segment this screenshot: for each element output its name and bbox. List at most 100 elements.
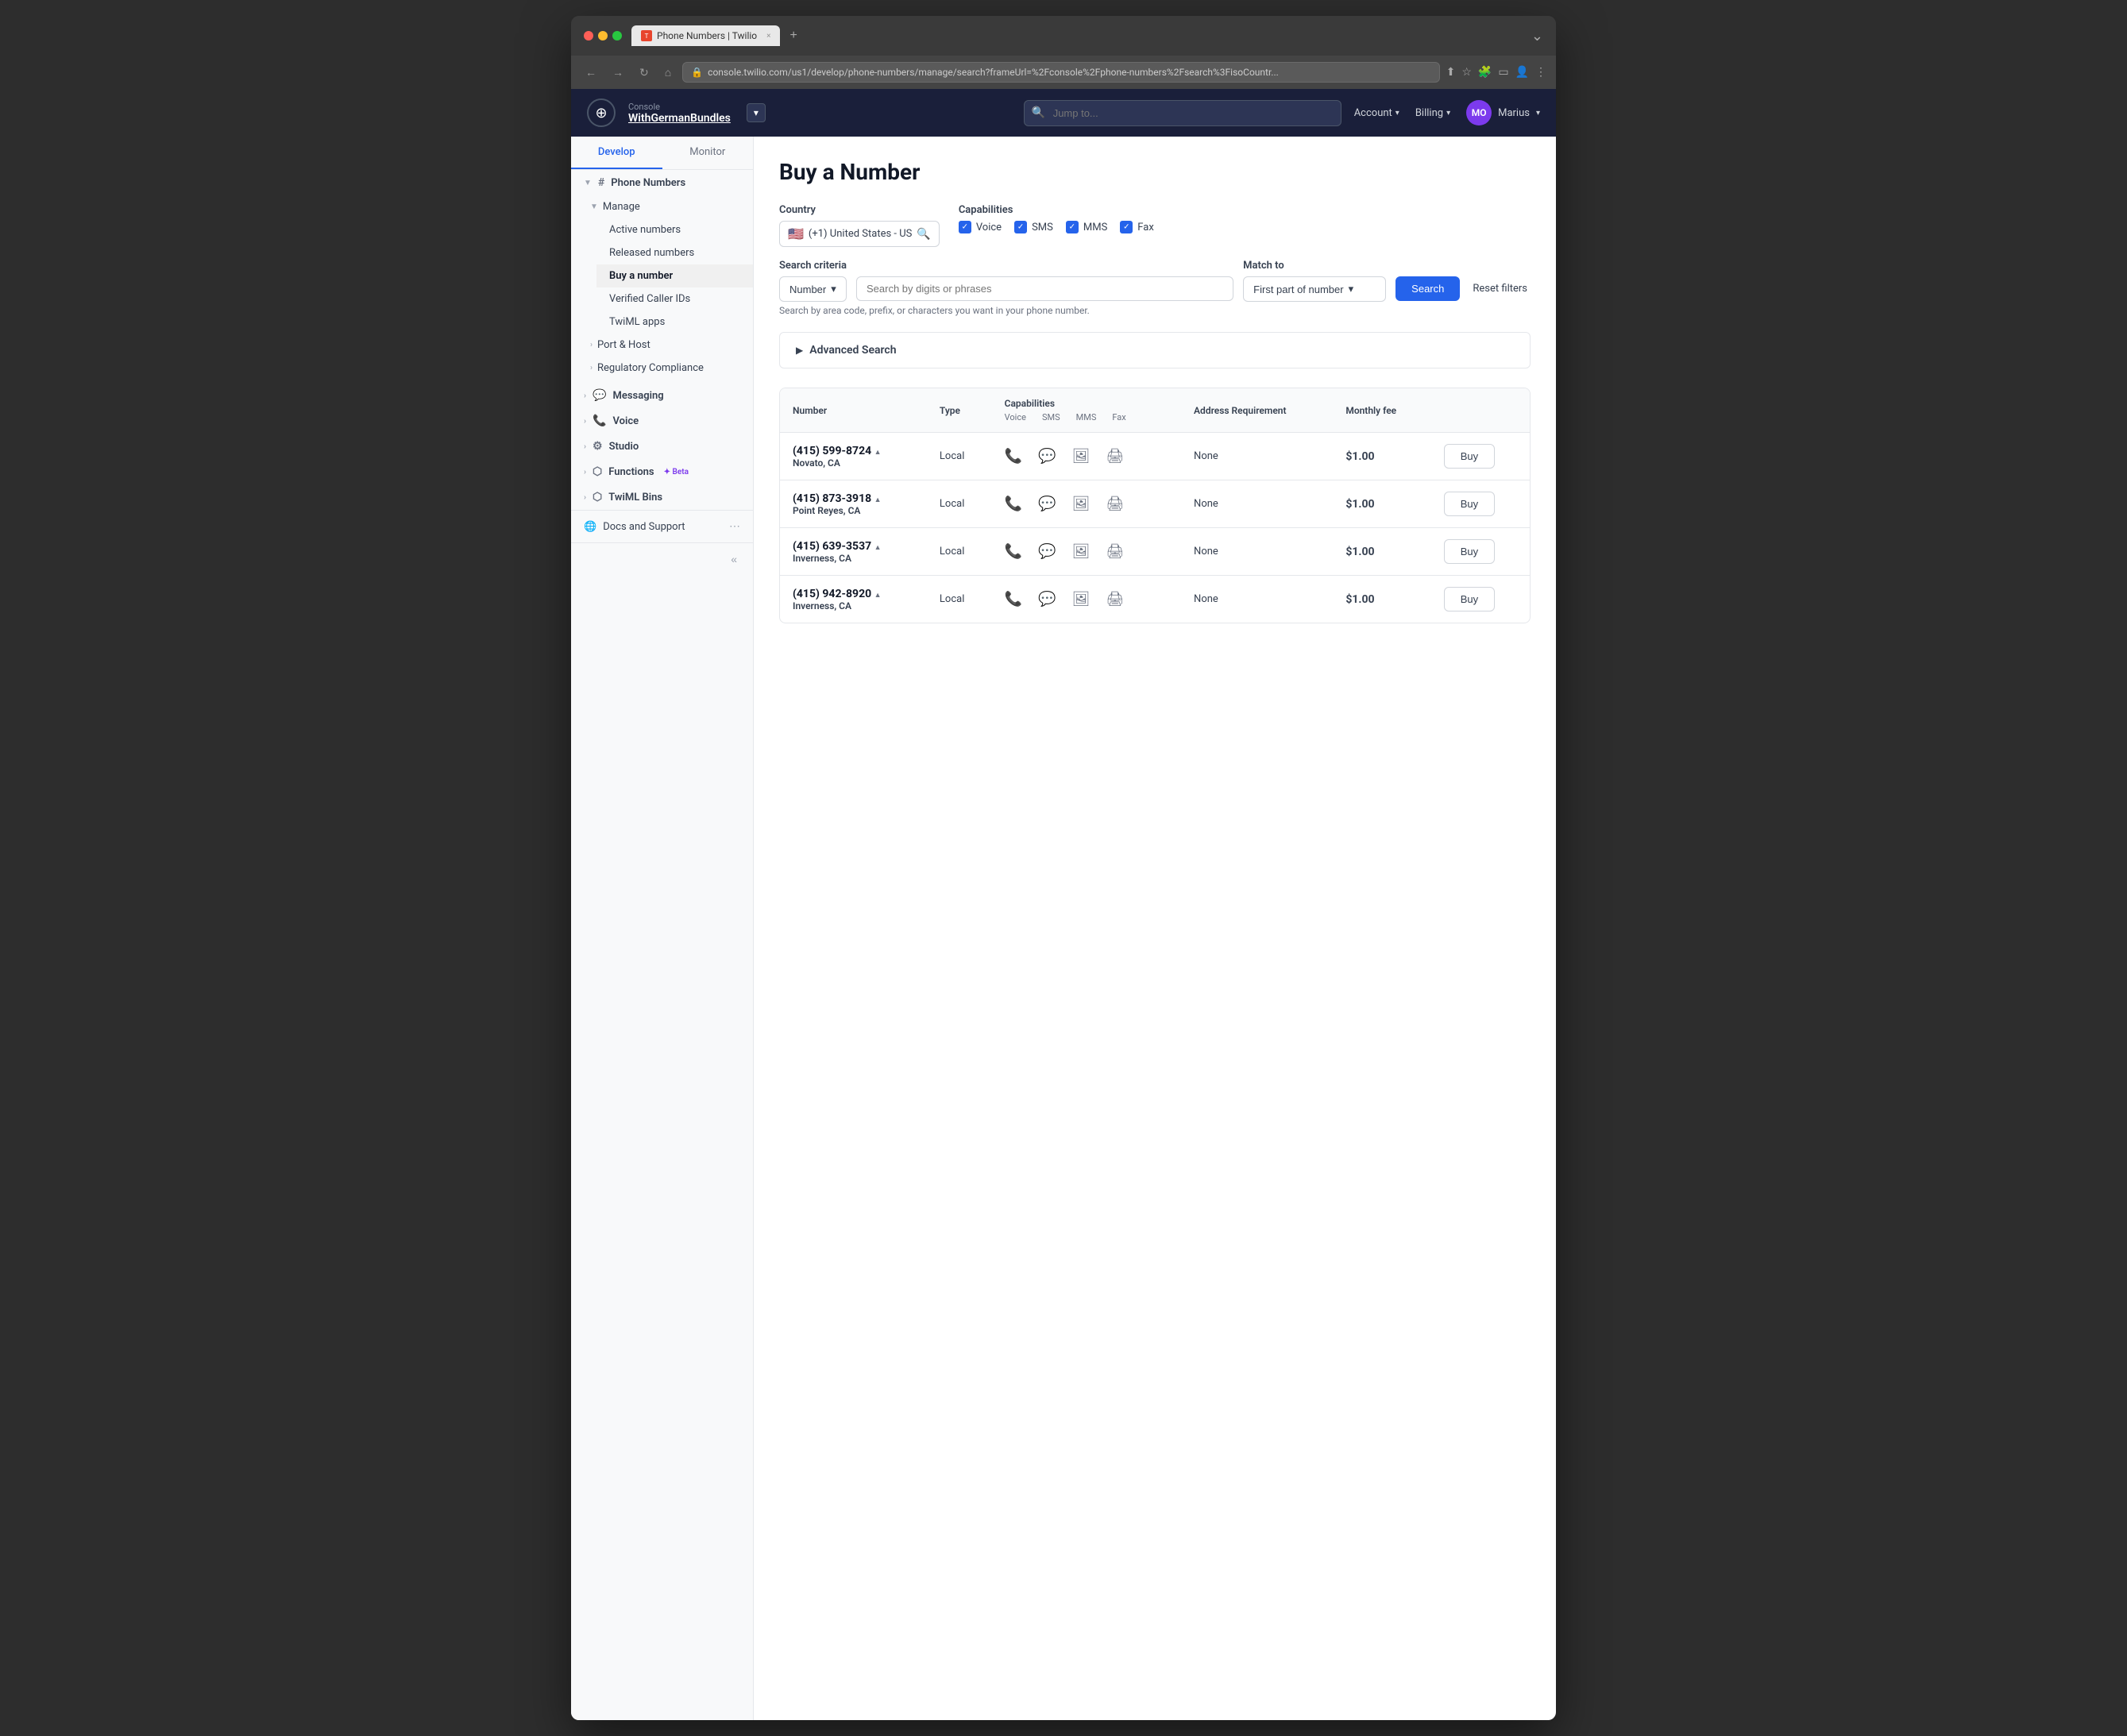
advanced-search-section[interactable]: ▶ Advanced Search bbox=[779, 332, 1531, 368]
buy-button-2[interactable]: Buy bbox=[1444, 539, 1495, 564]
capabilities-header: Capabilities Voice SMS MMS Fax bbox=[1005, 398, 1168, 422]
sms-capability[interactable]: SMS bbox=[1014, 221, 1053, 233]
buy-button-0[interactable]: Buy bbox=[1444, 444, 1495, 469]
sidebar-item-manage[interactable]: ▼ Manage bbox=[584, 195, 753, 218]
sidebar-footer: 🌐 Docs and Support ⋯ bbox=[571, 510, 753, 542]
user-menu-item[interactable]: MO Marius ▾ bbox=[1466, 100, 1540, 125]
mms-capability[interactable]: MMS bbox=[1066, 221, 1107, 233]
account-menu-item[interactable]: Account ▾ bbox=[1354, 107, 1399, 119]
sms-checkbox[interactable] bbox=[1014, 221, 1027, 233]
country-select[interactable]: 🇺🇸 (+1) United States - US 🔍 bbox=[779, 221, 940, 247]
address-bar[interactable]: 🔒 console.twilio.com/us1/develop/phone-n… bbox=[682, 62, 1439, 83]
fax-checkbox[interactable] bbox=[1120, 221, 1133, 233]
search-action-group: Action Search Reset filters bbox=[1395, 260, 1531, 301]
active-tab[interactable]: T Phone Numbers | Twilio × bbox=[631, 25, 780, 46]
beta-badge: ✦ Beta bbox=[664, 468, 689, 476]
search-digits-input[interactable] bbox=[856, 276, 1233, 301]
tab-monitor[interactable]: Monitor bbox=[662, 137, 754, 169]
forward-button[interactable]: → bbox=[608, 63, 628, 82]
action-cell-2: Buy bbox=[1431, 528, 1530, 576]
table-header-row: Number Type Capabilities Voice SMS MMS bbox=[780, 388, 1530, 433]
messaging-expand-icon: › bbox=[584, 392, 586, 400]
th-action bbox=[1431, 388, 1530, 433]
sidebar-icon[interactable]: ▭ bbox=[1498, 66, 1508, 79]
sidebar-item-voice[interactable]: › 📞 Voice bbox=[571, 408, 753, 434]
profile-icon[interactable]: 👤 bbox=[1515, 66, 1529, 79]
new-tab-button[interactable]: + bbox=[786, 25, 800, 46]
sidebar-item-port-host[interactable]: › Port & Host bbox=[584, 334, 753, 357]
voice-icon: 📞 bbox=[593, 415, 606, 427]
nav-logo[interactable]: ⊕ bbox=[587, 98, 616, 127]
sidebar-item-twiml-bins[interactable]: › ⬡ TwiML Bins bbox=[571, 484, 753, 510]
maximize-button[interactable] bbox=[612, 31, 622, 41]
fax-icon-2: 🖨 bbox=[1106, 543, 1124, 560]
docs-more-icon[interactable]: ⋯ bbox=[729, 520, 740, 533]
voice-icon-3: 📞 bbox=[1005, 591, 1022, 608]
capabilities-main-label: Capabilities bbox=[1005, 398, 1168, 409]
sidebar-item-released-numbers[interactable]: Released numbers bbox=[596, 241, 753, 264]
sidebar-item-regulatory-compliance[interactable]: › Regulatory Compliance bbox=[584, 357, 753, 380]
criteria-select[interactable]: Number ▾ bbox=[779, 276, 847, 302]
share-icon[interactable]: ⬆ bbox=[1446, 66, 1456, 79]
tab-close-icon[interactable]: × bbox=[766, 32, 770, 41]
match-to-select[interactable]: First part of number ▾ bbox=[1243, 276, 1386, 302]
voice-checkbox[interactable] bbox=[959, 221, 971, 233]
match-chevron-icon: ▾ bbox=[1349, 283, 1354, 295]
sidebar-item-buy-number[interactable]: Buy a number bbox=[596, 264, 753, 287]
back-button[interactable]: ← bbox=[581, 63, 601, 82]
sidebar-item-verified-caller-ids[interactable]: Verified Caller IDs bbox=[596, 287, 753, 311]
functions-label: Functions bbox=[608, 466, 654, 478]
sidebar-item-phone-numbers[interactable]: ▼ # Phone Numbers bbox=[571, 170, 753, 195]
th-capabilities: Capabilities Voice SMS MMS Fax bbox=[992, 388, 1181, 433]
billing-label: Billing bbox=[1415, 107, 1443, 119]
docs-support-label: Docs and Support bbox=[603, 521, 685, 533]
bookmark-icon[interactable]: ☆ bbox=[1461, 66, 1472, 79]
fax-icon-3: 🖨 bbox=[1106, 591, 1124, 608]
sidebar-item-active-numbers[interactable]: Active numbers bbox=[596, 218, 753, 241]
home-button[interactable]: ⌂ bbox=[660, 63, 676, 82]
sidebar-item-functions[interactable]: › ⬡ Functions ✦ Beta bbox=[571, 459, 753, 484]
browser-navbar: ← → ↻ ⌂ 🔒 console.twilio.com/us1/develop… bbox=[571, 56, 1556, 89]
fax-icon-0: 🖨 bbox=[1106, 448, 1124, 465]
sidebar-item-twiml-apps[interactable]: TwiML apps bbox=[596, 311, 753, 334]
capabilities-cell-0: 📞 💬 🖼 🖨 bbox=[992, 433, 1181, 480]
nav-search[interactable]: 🔍 bbox=[1024, 100, 1341, 126]
account-dropdown-button[interactable]: ▾ bbox=[747, 103, 766, 122]
sidebar-item-studio[interactable]: › ⚙ Studio bbox=[571, 434, 753, 459]
extensions-icon[interactable]: 🧩 bbox=[1478, 66, 1492, 79]
buy-button-1[interactable]: Buy bbox=[1444, 492, 1495, 516]
sidebar-item-docs-support[interactable]: 🌐 Docs and Support bbox=[584, 521, 685, 533]
reset-filters-link[interactable]: Reset filters bbox=[1469, 276, 1531, 301]
mms-checkbox[interactable] bbox=[1066, 221, 1079, 233]
refresh-button[interactable]: ↻ bbox=[635, 63, 654, 83]
phone-location-2: Inverness, CA bbox=[793, 553, 914, 564]
search-button[interactable]: Search bbox=[1395, 276, 1460, 301]
close-button[interactable] bbox=[584, 31, 593, 41]
search-criteria-label: Search criteria bbox=[779, 260, 847, 272]
buy-button-3[interactable]: Buy bbox=[1444, 587, 1495, 611]
table-row: (415) 639-3537 ▲ Inverness, CA Local 📞 💬… bbox=[780, 528, 1530, 576]
sms-icon-2: 💬 bbox=[1038, 543, 1056, 560]
fax-capability[interactable]: Fax bbox=[1120, 221, 1154, 233]
sms-icon-0: 💬 bbox=[1038, 448, 1056, 465]
sidebar-item-messaging[interactable]: › 💬 Messaging bbox=[571, 383, 753, 408]
billing-chevron-icon: ▾ bbox=[1446, 109, 1450, 118]
voice-capability[interactable]: Voice bbox=[959, 221, 1002, 233]
lock-icon: 🔒 bbox=[691, 67, 703, 78]
sidebar-collapse-button[interactable]: « bbox=[728, 550, 740, 569]
account-name[interactable]: WithGermanBundles bbox=[628, 112, 731, 125]
nav-actions: Account ▾ Billing ▾ MO Marius ▾ bbox=[1354, 100, 1540, 125]
phone-location-0: Novato, CA bbox=[793, 457, 914, 469]
country-search-icon[interactable]: 🔍 bbox=[917, 228, 930, 241]
address-cell-1: None bbox=[1181, 480, 1333, 528]
menu-icon[interactable]: ⋮ bbox=[1535, 66, 1546, 79]
th-number: Number bbox=[780, 388, 927, 433]
number-cell-3: (415) 942-8920 ▲ Inverness, CA bbox=[780, 576, 927, 623]
results-table: Number Type Capabilities Voice SMS MMS bbox=[779, 388, 1531, 623]
tab-favicon: T bbox=[641, 30, 652, 41]
minimize-button[interactable] bbox=[598, 31, 608, 41]
th-fax: Fax bbox=[1112, 412, 1125, 422]
billing-menu-item[interactable]: Billing ▾ bbox=[1415, 107, 1450, 119]
tab-develop[interactable]: Develop bbox=[571, 137, 662, 169]
search-input[interactable] bbox=[1024, 100, 1341, 126]
